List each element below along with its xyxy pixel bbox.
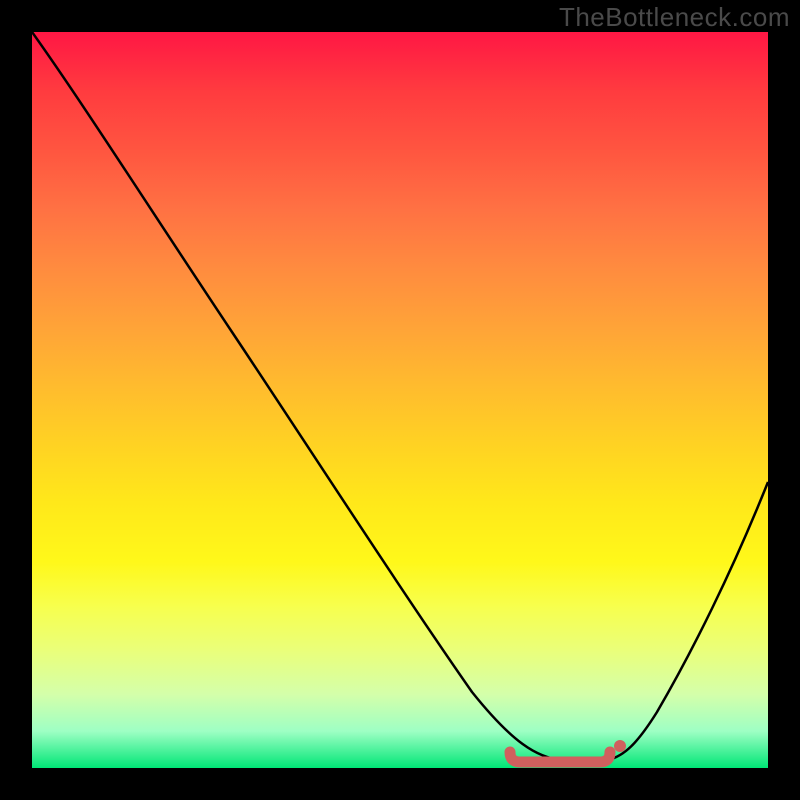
optimal-range-marker — [510, 752, 610, 762]
curve-svg — [32, 32, 768, 768]
valley-end-dot — [614, 740, 626, 752]
plot-area — [32, 32, 768, 768]
watermark-text: TheBottleneck.com — [559, 2, 790, 33]
bottleneck-curve-path — [32, 32, 768, 760]
chart-container: TheBottleneck.com — [0, 0, 800, 800]
